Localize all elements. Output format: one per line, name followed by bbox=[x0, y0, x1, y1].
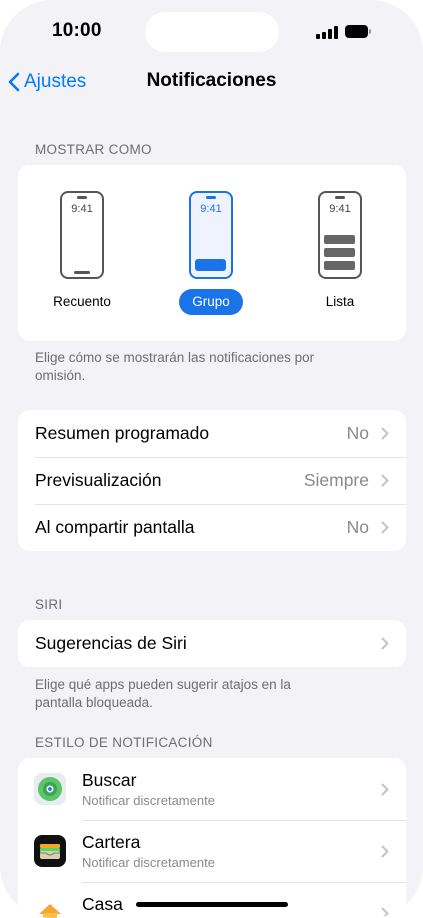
row-label: Al compartir pantalla bbox=[35, 517, 195, 537]
row-value: Siempre bbox=[303, 470, 369, 490]
app-subtitle: Notificar discretamente bbox=[82, 793, 215, 808]
siri-footer: Elige qué apps pueden sugerir atajos en … bbox=[35, 677, 291, 710]
section-header-display: MOSTRAR COMO bbox=[35, 142, 152, 157]
row-siri-suggestions[interactable]: Sugerencias de Siri bbox=[18, 620, 406, 667]
section-header-notification-style: ESTILO DE NOTIFICACIÓN bbox=[35, 735, 213, 750]
row-label: Previsualización bbox=[35, 470, 162, 490]
row-screen-sharing[interactable]: Al compartir pantalla No bbox=[18, 504, 406, 551]
option-label-selected: Grupo bbox=[179, 289, 243, 315]
find-my-icon bbox=[34, 773, 66, 805]
dynamic-island bbox=[145, 12, 279, 52]
option-list[interactable]: 9:41 Lista bbox=[295, 191, 385, 315]
section-header-siri: SIRI bbox=[35, 597, 63, 612]
cellular-signal-icon bbox=[316, 26, 338, 39]
option-count[interactable]: 9:41 Recuento bbox=[37, 191, 127, 315]
page-title: Notificaciones bbox=[146, 70, 277, 91]
general-settings-card: Resumen programado No Previsualización S… bbox=[18, 410, 406, 551]
apps-card: Buscar Notificar discretamente Cartera N… bbox=[18, 758, 406, 918]
wallet-icon bbox=[34, 835, 66, 867]
display-as-card: 9:41 Recuento 9:41 Grupo 9:41 Lista bbox=[18, 165, 406, 341]
app-row-buscar[interactable]: Buscar Notificar discretamente bbox=[18, 758, 406, 820]
app-subtitle: Notificar discretamente bbox=[82, 855, 215, 870]
display-as-footer: Elige cómo se mostrarán las notificacion… bbox=[35, 350, 315, 383]
row-label: Sugerencias de Siri bbox=[35, 633, 187, 653]
option-label: Recuento bbox=[53, 294, 111, 309]
phone-preview-icon: 9:41 bbox=[60, 191, 104, 279]
phone-screen: 10:00 Ajustes Notificaciones MOSTRAR COM… bbox=[0, 0, 423, 918]
phone-preview-icon: 9:41 bbox=[318, 191, 362, 279]
phone-preview-icon: 9:41 bbox=[189, 191, 233, 279]
chevron-right-icon bbox=[381, 521, 389, 534]
app-row-casa[interactable]: Casa bbox=[18, 882, 406, 918]
status-time: 10:00 bbox=[52, 20, 102, 41]
chevron-right-icon bbox=[381, 907, 389, 918]
siri-card: Sugerencias de Siri bbox=[18, 620, 406, 667]
chevron-right-icon bbox=[381, 783, 389, 795]
row-previews[interactable]: Previsualización Siempre bbox=[18, 457, 406, 504]
chevron-right-icon bbox=[381, 427, 389, 440]
app-name: Cartera bbox=[82, 832, 141, 852]
option-label: Lista bbox=[325, 294, 355, 309]
app-name: Buscar bbox=[82, 770, 137, 790]
battery-icon bbox=[345, 25, 372, 38]
row-value: No bbox=[346, 517, 369, 537]
chevron-right-icon bbox=[381, 474, 389, 487]
chevron-right-icon bbox=[381, 845, 389, 857]
chevron-right-icon bbox=[381, 637, 389, 650]
option-group[interactable]: 9:41 Grupo bbox=[166, 191, 256, 315]
home-indicator[interactable] bbox=[136, 902, 288, 907]
row-value: No bbox=[346, 423, 369, 443]
row-label: Resumen programado bbox=[35, 423, 210, 443]
app-row-cartera[interactable]: Cartera Notificar discretamente bbox=[18, 820, 406, 882]
row-scheduled-summary[interactable]: Resumen programado No bbox=[18, 410, 406, 457]
home-app-icon bbox=[34, 897, 66, 918]
